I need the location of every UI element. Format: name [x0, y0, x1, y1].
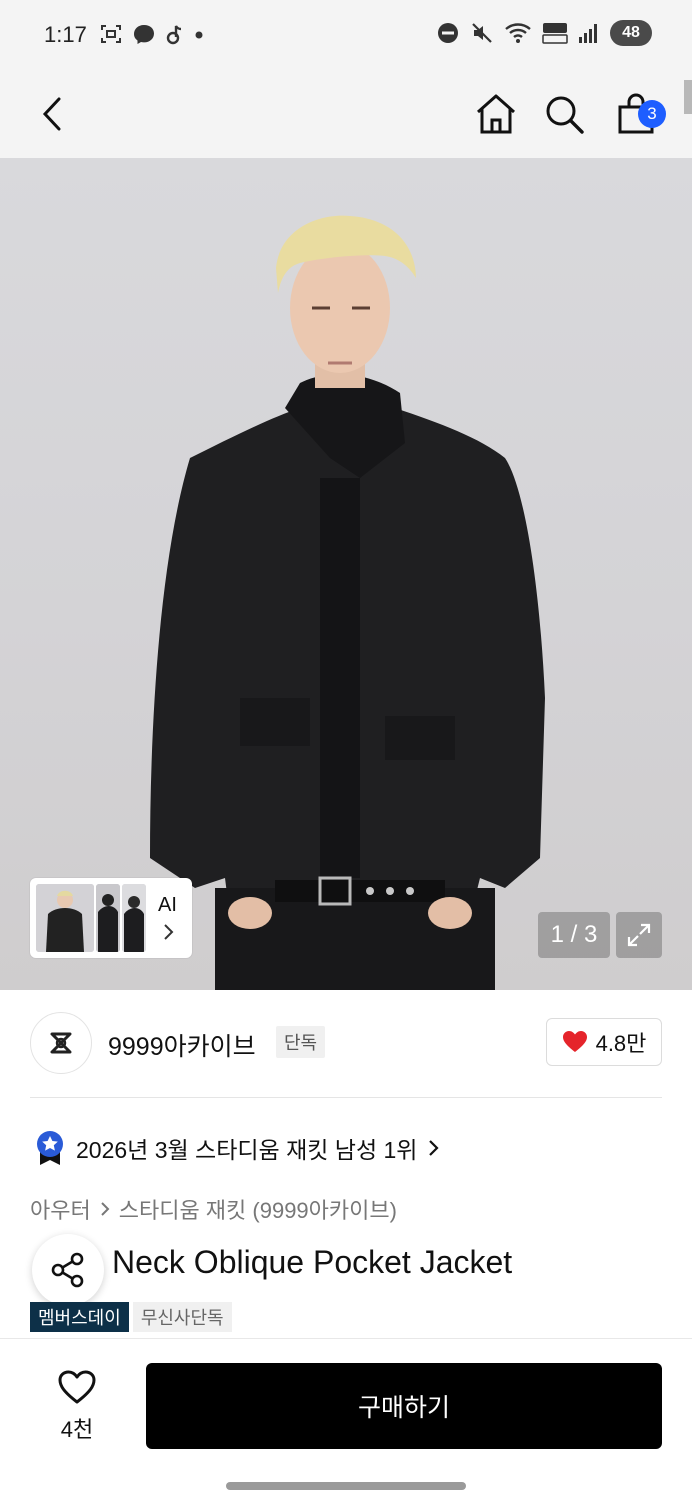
battery-indicator: 48 [610, 20, 652, 46]
thumbnail-1[interactable] [36, 884, 94, 952]
top-nav: 3 [0, 70, 692, 158]
home-indicator[interactable] [226, 1482, 466, 1490]
dnd-icon [438, 23, 458, 43]
tiktok-icon [166, 25, 182, 45]
breadcrumb: 아우터 스타디움 재킷 (9999아카이브) [30, 1193, 397, 1225]
thumbnail-2[interactable] [96, 884, 120, 952]
ranking-medal-icon [37, 1131, 63, 1165]
brand-name[interactable]: 9999아카이브 [108, 1027, 256, 1063]
product-photo [150, 215, 545, 990]
exclusive-badge: 단독 [276, 1026, 326, 1058]
chevron-right-icon [429, 1140, 440, 1156]
volte-icon [542, 23, 568, 44]
brand-logo-icon [50, 1032, 72, 1054]
brand-like-count: 4.8만 [595, 1031, 647, 1056]
dot-icon [195, 31, 203, 39]
status-bar: 1:17 48 [0, 0, 692, 70]
ai-label: AI [158, 894, 177, 916]
product-image-gallery[interactable]: AI 1 / 3 [0, 158, 692, 990]
search-button[interactable] [536, 86, 592, 142]
heart-outline-icon [58, 1370, 96, 1404]
thumbnail-3[interactable] [122, 884, 146, 952]
messenger-icon [134, 25, 154, 44]
thumbnail-3-image [122, 884, 146, 952]
breadcrumb-subcategory[interactable]: 스타디움 재킷 (9999아카이브) [119, 1193, 397, 1225]
ai-lookbook-card[interactable]: AI [30, 878, 192, 958]
signal-icon [579, 24, 597, 43]
expand-image-button[interactable] [616, 912, 662, 958]
home-icon [477, 94, 515, 134]
breadcrumb-category[interactable]: 아우터 [30, 1193, 91, 1225]
tag-members-day: 멤버스데이 [30, 1302, 129, 1332]
cart-button[interactable]: 3 [606, 86, 666, 142]
ranking-text: 2026년 3월 스타디움 재킷 남성 1위 [76, 1137, 418, 1163]
product-title: Neck Oblique Pocket Jacket [112, 1244, 513, 1280]
screenshot-icon [101, 25, 121, 43]
image-counter: 1 / 3 [538, 912, 610, 958]
status-right-icons: 48 [436, 20, 652, 46]
share-button[interactable] [32, 1234, 104, 1306]
brand-logo[interactable] [30, 1012, 92, 1074]
brand-row: 9999아카이브 단독 4.8만 [30, 1012, 662, 1076]
home-button[interactable] [468, 86, 524, 142]
chevron-right-icon [101, 1202, 110, 1216]
search-icon [546, 96, 584, 134]
ranking-banner[interactable]: 2026년 3월 스타디움 재킷 남성 1위 [34, 1130, 441, 1166]
status-time: 1:17 [44, 22, 87, 47]
expand-icon [627, 923, 651, 947]
brand-like-button[interactable]: 4.8만 [546, 1018, 662, 1066]
bottom-action-bar: 4천 구매하기 [0, 1338, 692, 1500]
wifi-icon [505, 23, 531, 43]
wishlist-count: 4천 [60, 1417, 94, 1442]
mute-icon [472, 23, 492, 43]
tag-musinsa-exclusive: 무신사단독 [132, 1302, 232, 1332]
status-left-icons [100, 23, 206, 45]
wishlist-button[interactable]: 4천 [46, 1369, 108, 1444]
thumbnail-2-image [96, 884, 120, 952]
scrollbar-thumb[interactable] [684, 80, 692, 114]
back-button[interactable] [26, 86, 82, 142]
product-tags: 멤버스데이 무신사단독 [30, 1302, 232, 1332]
cart-count-badge: 3 [638, 100, 666, 128]
chevron-right-icon [164, 924, 174, 940]
thumbnail-1-image [36, 884, 94, 952]
chevron-left-icon [42, 97, 61, 131]
heart-filled-icon [562, 1031, 587, 1052]
divider [30, 1097, 662, 1098]
buy-button[interactable]: 구매하기 [146, 1363, 662, 1449]
share-icon [51, 1252, 84, 1288]
